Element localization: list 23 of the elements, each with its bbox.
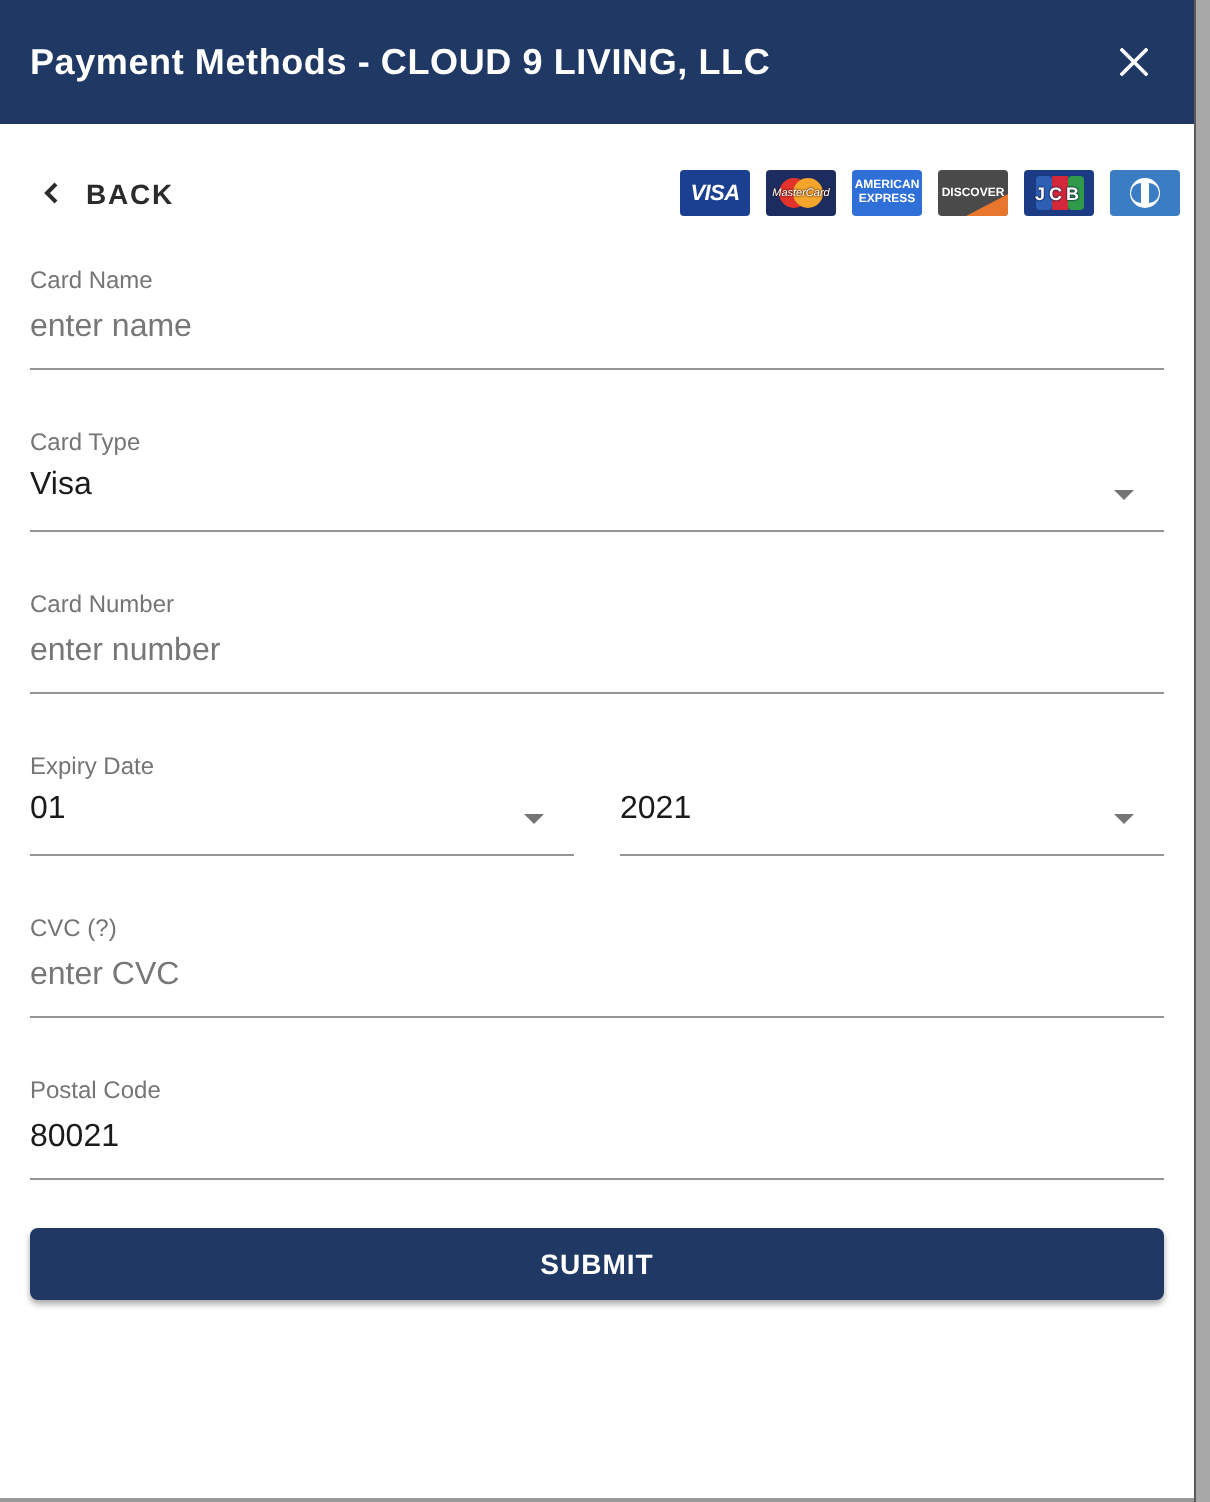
field-label: Postal Code bbox=[30, 1076, 163, 1104]
dropdown-field[interactable]: Visa bbox=[30, 466, 1164, 532]
field-label: Card Number bbox=[30, 590, 177, 618]
input-field[interactable]: 80021 bbox=[30, 1114, 1164, 1180]
field-label: Expiry Date bbox=[30, 752, 157, 780]
card-logo-icon bbox=[1110, 170, 1180, 216]
dropdown-field[interactable]: 01 bbox=[30, 790, 574, 856]
dialog-title: Payment Methods - CLOUD 9 LIVING, LLC bbox=[30, 41, 771, 83]
field-label: Card Type bbox=[30, 428, 143, 456]
caret-down-icon bbox=[524, 814, 544, 824]
dropdown-field[interactable]: 2021 bbox=[620, 790, 1164, 856]
input-field[interactable]: enter number bbox=[30, 628, 1164, 694]
back-button[interactable]: BACK bbox=[30, 170, 175, 216]
submit-button[interactable]: SUBMIT bbox=[30, 1228, 1164, 1300]
chevron-left-icon bbox=[44, 182, 58, 204]
input-field[interactable]: enter CVC bbox=[30, 952, 1164, 1018]
input-field[interactable]: enter name bbox=[30, 304, 1164, 370]
visa-logo: VISA bbox=[680, 170, 750, 216]
close-icon[interactable] bbox=[1120, 48, 1148, 76]
caret-down-icon bbox=[1114, 814, 1134, 824]
caret-down-icon bbox=[1114, 490, 1134, 500]
field-label: Card Name bbox=[30, 266, 155, 294]
field-label: CVC (?) bbox=[30, 914, 119, 942]
